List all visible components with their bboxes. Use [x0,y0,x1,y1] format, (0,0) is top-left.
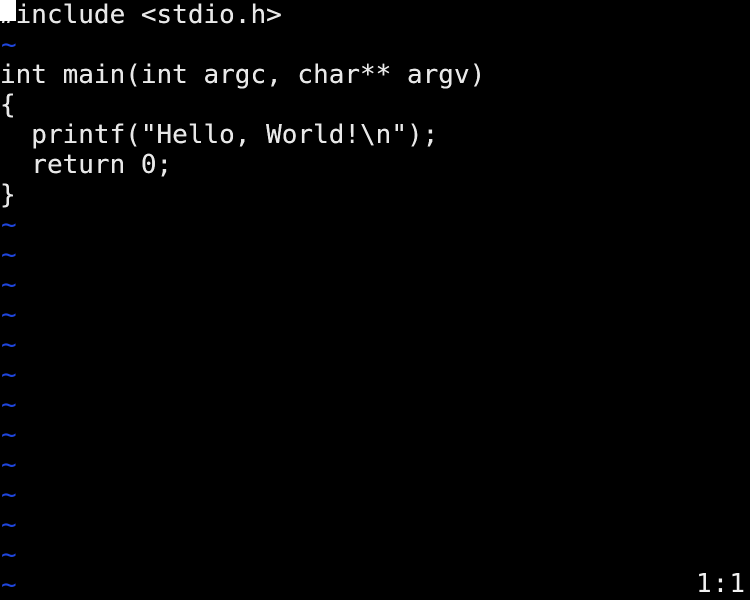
filler-row: ~ [0,360,750,390]
filler-row: ~ [0,480,750,510]
empty-line-marker: ~ [1,210,17,240]
cursor-position-ruler: 1:1 [696,569,746,599]
empty-line-marker: ~ [1,450,17,480]
empty-line-marker: ~ [1,30,17,60]
empty-line-marker: ~ [1,480,17,510]
terminal-screen[interactable]: #include <stdio.h> ~ int main(int argc, ch… [0,0,750,600]
filler-row: ~ [0,240,750,270]
buffer-line[interactable]: return 0; [0,150,750,180]
filler-row: ~ [0,390,750,420]
empty-line-marker: ~ [1,390,17,420]
filler-row: ~ [0,210,750,240]
empty-line-marker: ~ [1,540,17,570]
buffer-line[interactable]: #include <stdio.h> [0,0,750,30]
buffer-line[interactable]: int main(int argc, char** argv) [0,60,750,90]
code-text: return 0; [0,150,173,180]
block-cursor [0,0,16,21]
empty-line-marker: ~ [1,420,17,450]
code-text: #include <stdio.h> [0,0,282,30]
empty-line-marker: ~ [1,510,17,540]
filler-row: ~ [0,420,750,450]
code-text: int main(int argc, char** argv) [0,60,486,90]
filler-row: ~ [0,540,750,570]
empty-line-marker: ~ [1,330,17,360]
buffer-line[interactable]: printf("Hello, World!\n"); [0,120,750,150]
buffer-line[interactable]: ~ [0,30,750,60]
filler-row: ~ [0,330,750,360]
filler-row: ~ [0,450,750,480]
filler-row: ~ [0,300,750,330]
status-line: 1:1 [0,570,750,600]
code-text: } [0,180,16,210]
empty-line-marker: ~ [1,300,17,330]
empty-line-marker: ~ [1,240,17,270]
code-text: printf("Hello, World!\n"); [0,120,439,150]
code-text: { [0,90,16,120]
filler-row: ~ [0,270,750,300]
editor-text-buffer[interactable]: #include <stdio.h> ~ int main(int argc, ch… [0,0,750,600]
buffer-line[interactable]: { [0,90,750,120]
buffer-line[interactable]: } [0,180,750,210]
empty-line-marker: ~ [1,360,17,390]
filler-row: ~ [0,510,750,540]
empty-line-marker: ~ [1,270,17,300]
